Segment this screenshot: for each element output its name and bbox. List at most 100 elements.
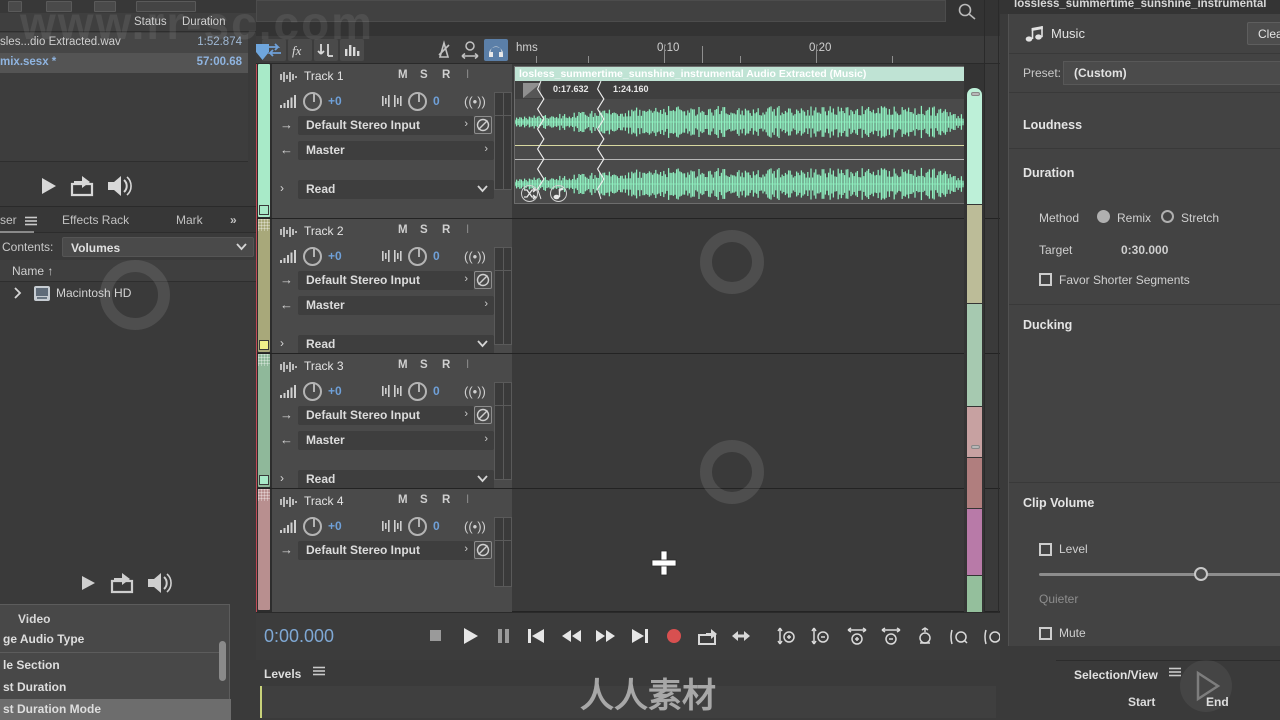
- track-color-strip[interactable]: [258, 489, 270, 610]
- volume-value[interactable]: +0: [328, 384, 342, 398]
- scrollbar-track-segment-1[interactable]: [967, 88, 982, 204]
- track-clip-area[interactable]: losless_summertime_sunshine_instrumental…: [512, 64, 1000, 219]
- track-color-strip[interactable]: [258, 64, 270, 217]
- track-name[interactable]: Track 4: [304, 494, 344, 508]
- menu-item[interactable]: st Duration Mode: [0, 699, 231, 720]
- remix-icon[interactable]: [521, 185, 538, 202]
- pan-knob[interactable]: [408, 92, 427, 111]
- track-arm-record-button[interactable]: R: [442, 494, 450, 506]
- monitor-headphone-icon[interactable]: [484, 39, 508, 61]
- track-input-select[interactable]: Default Stereo Input ›: [298, 406, 474, 425]
- contents-dropdown[interactable]: Volumes: [62, 237, 254, 257]
- track-input-select[interactable]: Default Stereo Input ›: [298, 271, 474, 290]
- track-automation-select[interactable]: Read: [298, 180, 494, 199]
- scrollbar-track-segment-5[interactable]: [967, 458, 982, 508]
- context-menu-scrollbar[interactable]: [219, 641, 226, 681]
- volume-value[interactable]: +0: [328, 519, 342, 533]
- track-automation-select[interactable]: Read: [298, 470, 494, 489]
- mute-checkbox[interactable]: [1039, 627, 1052, 640]
- clip-volume-slider-knob[interactable]: [1194, 567, 1208, 581]
- track-solo-button[interactable]: S: [420, 494, 428, 506]
- method-stretch-radio[interactable]: [1161, 210, 1174, 223]
- playhead-marker[interactable]: [256, 44, 269, 60]
- files-search-input[interactable]: [136, 1, 196, 12]
- chevron-right-icon[interactable]: [14, 287, 22, 299]
- files-new-button[interactable]: [8, 1, 22, 12]
- ducking-section-title[interactable]: Ducking: [1023, 318, 1072, 332]
- track-arm-record-button[interactable]: R: [442, 69, 450, 81]
- scrollbar-track-segment-4[interactable]: [967, 407, 982, 457]
- track-output-select[interactable]: Master ›: [298, 141, 494, 160]
- clip-fade-in-handle[interactable]: [537, 81, 545, 204]
- pan-knob[interactable]: [408, 247, 427, 266]
- volume-value[interactable]: +0: [328, 249, 342, 263]
- scrollbar-track-segment-6[interactable]: [967, 509, 982, 575]
- phase-invert-button[interactable]: [474, 116, 492, 134]
- menu-item[interactable]: le Section: [0, 655, 231, 677]
- track-mute-button[interactable]: M: [398, 69, 408, 81]
- fast-forward-button[interactable]: [594, 626, 618, 649]
- pan-value[interactable]: 0: [433, 519, 440, 533]
- clip-fade-out-handle[interactable]: [597, 81, 605, 204]
- file-list-item[interactable]: sles...dio Extracted.wav 1:52.874: [0, 33, 248, 53]
- favor-shorter-segments-checkbox[interactable]: [1039, 273, 1052, 286]
- volume-knob[interactable]: [303, 247, 322, 266]
- volume-knob[interactable]: [303, 382, 322, 401]
- track-output-select[interactable]: Master ›: [298, 431, 494, 450]
- panel-menu-icon[interactable]: [312, 666, 326, 676]
- timeline-ruler[interactable]: hms 0:10 0:20: [512, 36, 966, 64]
- pan-value[interactable]: 0: [433, 384, 440, 398]
- track-output-select[interactable]: Master ›: [298, 296, 494, 315]
- spectral-icon[interactable]: [340, 39, 364, 61]
- zoom-in-amplitude-button[interactable]: [776, 626, 798, 651]
- track-name[interactable]: Track 1: [304, 69, 344, 83]
- track-arm-record-button[interactable]: R: [442, 359, 450, 371]
- zoom-in-time-button[interactable]: [846, 626, 868, 651]
- expand-automation-icon[interactable]: ›: [280, 471, 284, 485]
- track-input-monitor-button[interactable]: I: [466, 224, 469, 236]
- method-remix-radio[interactable]: [1097, 210, 1110, 223]
- tab-browser[interactable]: ser: [0, 213, 17, 227]
- track-solo-button[interactable]: S: [420, 224, 428, 236]
- stop-button[interactable]: [426, 626, 446, 649]
- level-checkbox[interactable]: [1039, 543, 1052, 556]
- volume-knob[interactable]: [303, 92, 322, 111]
- editor-vertical-scrollbar[interactable]: [964, 64, 984, 695]
- preset-dropdown[interactable]: (Custom): [1063, 61, 1280, 85]
- track-color-strip[interactable]: [258, 354, 270, 487]
- pan-knob[interactable]: [408, 382, 427, 401]
- track-wireless-icon[interactable]: ((•)): [464, 384, 486, 399]
- loop-export-button[interactable]: [696, 626, 718, 649]
- volume-value[interactable]: +0: [328, 94, 342, 108]
- files-save-button[interactable]: [94, 1, 116, 12]
- rewind-button[interactable]: [560, 626, 584, 649]
- loudness-section-title[interactable]: Loudness: [1023, 118, 1082, 132]
- track-input-select[interactable]: Default Stereo Input ›: [298, 541, 474, 560]
- method-stretch-label[interactable]: Stretch: [1181, 211, 1219, 225]
- level-label[interactable]: Level: [1059, 542, 1088, 556]
- pan-value[interactable]: 0: [433, 249, 440, 263]
- clip-volume-slider-track[interactable]: [1039, 573, 1280, 576]
- zoom-out-amplitude-button[interactable]: [810, 626, 832, 651]
- tab-markers[interactable]: Mark: [176, 213, 203, 227]
- track-solo-button[interactable]: S: [420, 69, 428, 81]
- zoom-out-time-button[interactable]: [880, 626, 902, 651]
- editor-panel-menu-icon[interactable]: [956, 2, 982, 20]
- track-clip-area[interactable]: [512, 489, 1000, 612]
- mute-label[interactable]: Mute: [1059, 626, 1086, 640]
- expand-automation-icon[interactable]: ›: [280, 336, 284, 350]
- clip-envelope-line[interactable]: [515, 145, 965, 146]
- file-list-item[interactable]: mix.sesx * 57:00.68: [0, 53, 248, 73]
- clip-volume-section-title[interactable]: Clip Volume: [1023, 496, 1094, 510]
- track-name[interactable]: Track 3: [304, 359, 344, 373]
- music-note-icon[interactable]: [550, 185, 567, 202]
- track-wireless-icon[interactable]: ((•)): [464, 249, 486, 264]
- scrollbar-track-segment-2[interactable]: [967, 205, 982, 303]
- zoom-full-out-button[interactable]: [914, 626, 936, 651]
- metronome-icon[interactable]: [432, 39, 456, 61]
- track-automation-select[interactable]: Read: [298, 335, 494, 354]
- method-remix-label[interactable]: Remix: [1117, 211, 1151, 225]
- track-arm-record-button[interactable]: R: [442, 224, 450, 236]
- tab-overflow-button[interactable]: »: [230, 213, 237, 227]
- track-name[interactable]: Track 2: [304, 224, 344, 238]
